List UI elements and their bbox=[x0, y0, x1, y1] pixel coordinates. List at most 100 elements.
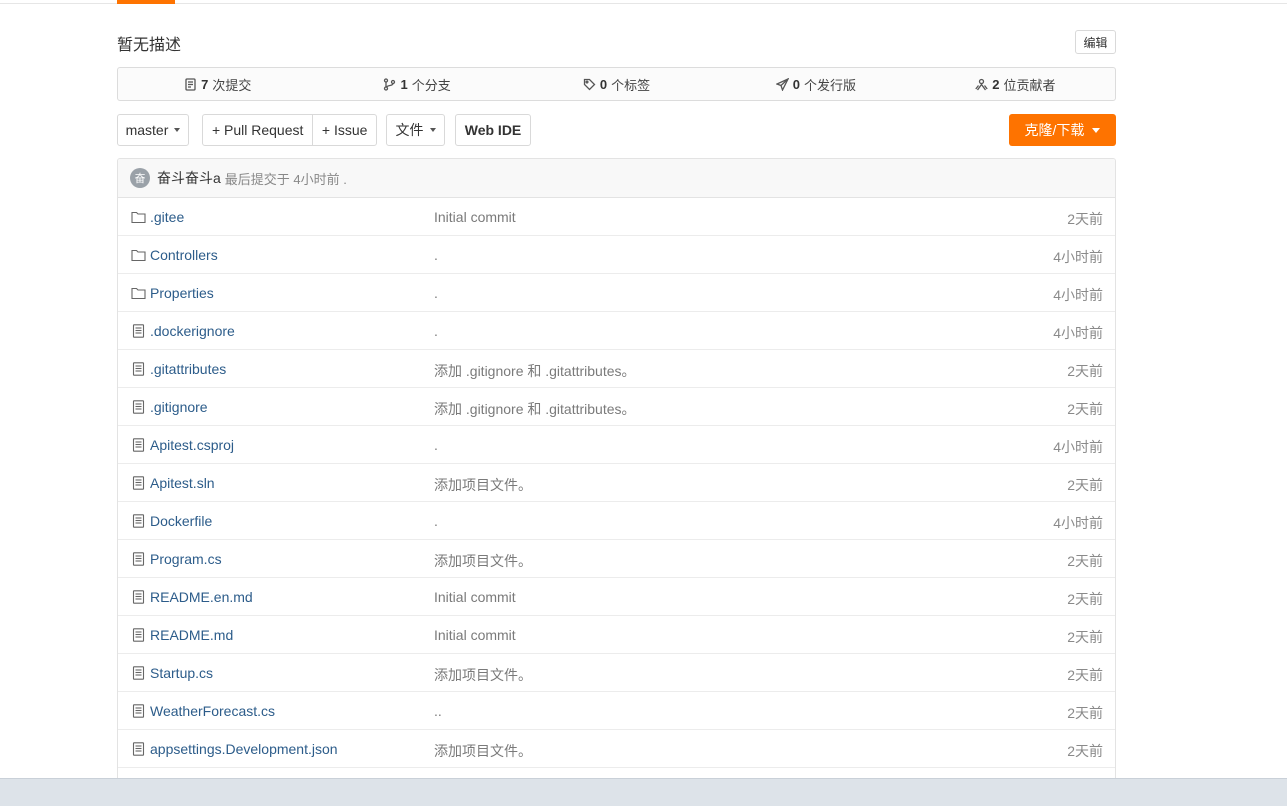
stat-branches[interactable]: 1 个分支 bbox=[317, 75, 516, 94]
file-icon bbox=[131, 476, 146, 490]
file-name-link[interactable]: Properties bbox=[150, 285, 214, 301]
file-row[interactable]: .gitattributes 添加 .gitignore 和 .gitattrib… bbox=[118, 350, 1115, 388]
chevron-down-icon bbox=[174, 128, 181, 132]
commit-time: 2天前 bbox=[1067, 667, 1103, 683]
commit-time: 2天前 bbox=[1067, 211, 1103, 227]
stat-branches-label: 个分支 bbox=[411, 77, 451, 93]
stat-releases-count: 0 bbox=[792, 76, 801, 92]
commit-message-link[interactable]: 添加 .gitignore 和 .gitattributes。 bbox=[434, 399, 636, 419]
commit-time: 2天前 bbox=[1067, 363, 1103, 379]
active-tab-indicator bbox=[117, 0, 175, 4]
file-menu-button[interactable]: 文件 bbox=[386, 114, 445, 146]
repo-stats-bar: 7 次提交 1 个分支 0 个标签 0 个发行版 2 位贡献者 bbox=[117, 67, 1116, 101]
commit-author[interactable]: 奋斗奋斗a bbox=[157, 168, 221, 188]
commit-time: 4小时前 bbox=[1053, 249, 1103, 265]
commit-time: 2天前 bbox=[1067, 477, 1103, 493]
file-name-link[interactable]: Program.cs bbox=[150, 551, 222, 567]
repo-description: 暂无描述 bbox=[117, 37, 182, 54]
file-row[interactable]: Properties. 4小时前 bbox=[118, 274, 1115, 312]
commit-message-link[interactable]: 添加项目文件。 bbox=[434, 475, 532, 495]
top-nav-border bbox=[0, 0, 1287, 4]
file-name-link[interactable]: .dockerignore bbox=[150, 323, 235, 339]
file-row[interactable]: Startup.cs 添加项目文件。 2天前 bbox=[118, 654, 1115, 692]
file-name-link[interactable]: README.md bbox=[150, 627, 233, 643]
stat-releases[interactable]: 0 个发行版 bbox=[716, 75, 915, 94]
commit-message-link[interactable]: . bbox=[434, 247, 438, 263]
file-row[interactable]: Apitest.sln 添加项目文件。 2天前 bbox=[118, 464, 1115, 502]
commit-message-link[interactable]: 添加 .gitignore 和 .gitattributes。 bbox=[434, 361, 636, 381]
file-icon bbox=[131, 362, 146, 376]
stat-contributors[interactable]: 2 位贡献者 bbox=[916, 75, 1115, 94]
stat-releases-label: 个发行版 bbox=[804, 77, 857, 93]
commit-message-link[interactable]: 添加项目文件。 bbox=[434, 551, 532, 571]
file-row[interactable]: Program.cs 添加项目文件。 2天前 bbox=[118, 540, 1115, 578]
commit-message-link[interactable]: . bbox=[434, 437, 438, 453]
new-issue-button[interactable]: + Issue bbox=[312, 115, 376, 145]
file-row[interactable]: .gitee Initial commit 2天前 bbox=[118, 198, 1115, 236]
file-name-link[interactable]: appsettings.Development.json bbox=[150, 741, 338, 757]
file-name-link[interactable]: .gitee bbox=[150, 209, 184, 225]
commit-message-link[interactable]: Initial commit bbox=[434, 209, 516, 225]
commit-message-link[interactable]: Initial commit bbox=[434, 589, 516, 605]
stat-tags[interactable]: 0 个标签 bbox=[517, 75, 716, 94]
commit-time: 2天前 bbox=[1067, 705, 1103, 721]
file-icon bbox=[131, 552, 146, 566]
file-row[interactable]: WeatherForecast.cs.. 2天前 bbox=[118, 692, 1115, 730]
edit-description-button[interactable]: 编辑 bbox=[1075, 30, 1116, 54]
chevron-down-icon bbox=[429, 128, 436, 132]
stat-contributors-label: 位贡献者 bbox=[1003, 77, 1056, 93]
folder-icon bbox=[131, 210, 146, 224]
file-name-link[interactable]: README.en.md bbox=[150, 589, 253, 605]
commit-time: 2天前 bbox=[1067, 629, 1103, 645]
stat-commits-label: 次提交 bbox=[212, 77, 252, 93]
file-row[interactable]: README.md Initial commit 2天前 bbox=[118, 616, 1115, 654]
folder-icon bbox=[131, 286, 146, 300]
commit-message-link[interactable]: .. bbox=[434, 703, 442, 719]
commit-icon bbox=[185, 77, 196, 91]
avatar[interactable]: 奋 bbox=[130, 168, 150, 188]
new-pull-request-button[interactable]: + Pull Request bbox=[203, 115, 312, 145]
file-name-link[interactable]: Dockerfile bbox=[150, 513, 212, 529]
chevron-down-icon bbox=[1092, 127, 1101, 133]
commit-message-link[interactable]: . bbox=[434, 323, 438, 339]
pr-issue-group: + Pull Request + Issue bbox=[202, 114, 377, 146]
contributors-icon bbox=[975, 78, 988, 90]
stat-commits[interactable]: 7 次提交 bbox=[118, 75, 317, 94]
commit-message-link[interactable]: Initial commit bbox=[434, 627, 516, 643]
file-row[interactable]: .dockerignore. 4小时前 bbox=[118, 312, 1115, 350]
commit-message-link[interactable]: 添加项目文件。 bbox=[434, 741, 532, 761]
file-icon bbox=[131, 628, 146, 642]
file-name-link[interactable]: Apitest.csproj bbox=[150, 437, 234, 453]
os-taskbar bbox=[0, 778, 1287, 806]
file-name-link[interactable]: .gitattributes bbox=[150, 361, 226, 377]
file-name-link[interactable]: Apitest.sln bbox=[150, 475, 215, 491]
commit-time: 4小时前 bbox=[1053, 287, 1103, 303]
file-icon bbox=[131, 324, 146, 338]
file-icon bbox=[131, 704, 146, 718]
commit-message-link[interactable]: . bbox=[434, 513, 438, 529]
branch-icon bbox=[384, 77, 396, 91]
stat-tags-label: 个标签 bbox=[611, 77, 651, 93]
file-row[interactable]: Dockerfile. 4小时前 bbox=[118, 502, 1115, 540]
file-name-link[interactable]: WeatherForecast.cs bbox=[150, 703, 275, 719]
stat-branches-count: 1 bbox=[400, 76, 408, 92]
file-row[interactable]: Controllers. 4小时前 bbox=[118, 236, 1115, 274]
file-row[interactable]: Apitest.csproj. 4小时前 bbox=[118, 426, 1115, 464]
branch-select[interactable]: master bbox=[117, 114, 189, 146]
file-row[interactable]: .gitignore 添加 .gitignore 和 .gitattributes… bbox=[118, 388, 1115, 426]
file-name-link[interactable]: Controllers bbox=[150, 247, 218, 263]
branch-select-label: master bbox=[125, 122, 169, 138]
file-name-link[interactable]: .gitignore bbox=[150, 399, 208, 415]
commit-time: 2天前 bbox=[1067, 553, 1103, 569]
file-row[interactable]: appsettings.Development.json 添加项目文件。 2天前 bbox=[118, 730, 1115, 768]
file-name-link[interactable]: Startup.cs bbox=[150, 665, 213, 681]
commit-message-link[interactable]: . bbox=[434, 285, 438, 301]
file-tree: 奋 奋斗奋斗a 最后提交于 4小时前 . .gitee Initial commi… bbox=[117, 158, 1116, 798]
file-menu-label: 文件 bbox=[395, 122, 424, 138]
web-ide-button[interactable]: Web IDE bbox=[455, 114, 531, 146]
commit-message-link[interactable]: 添加项目文件。 bbox=[434, 665, 532, 685]
clone-download-button[interactable]: 克隆/下载 bbox=[1009, 114, 1116, 146]
stat-tags-count: 0 bbox=[599, 76, 608, 92]
file-row[interactable]: README.en.md Initial commit 2天前 bbox=[118, 578, 1115, 616]
file-icon bbox=[131, 400, 146, 414]
